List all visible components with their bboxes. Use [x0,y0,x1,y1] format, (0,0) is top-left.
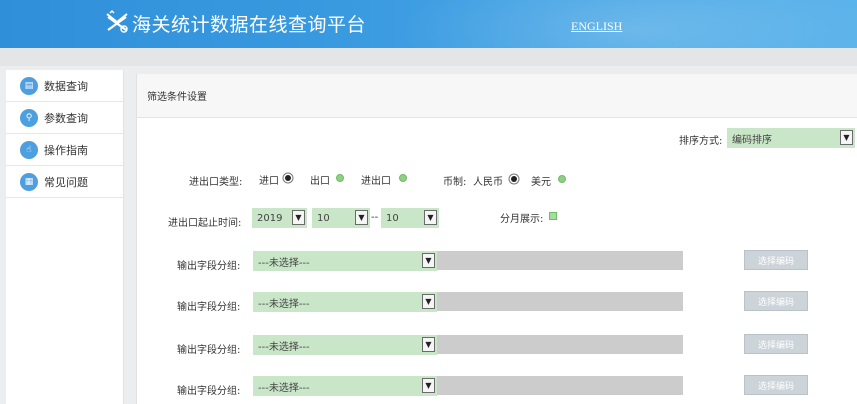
sidebar-item-label: 参数查询 [44,111,88,125]
rmb-option-label: 人民币 [473,177,503,188]
top-header: 海关统计数据在线查询平台 ENGLISH [0,0,857,48]
period-label: 进出口起止时间: [168,218,242,229]
header-band [0,48,857,66]
search-doc-icon: ▤ [20,76,38,95]
sort-value: 编码排序 [732,134,772,146]
customs-emblem-icon [106,9,128,33]
output-group-value: ---未选择--- [258,257,310,269]
sidebar-item-label: 常见问题 [44,175,88,189]
output-group-label: 输出字段分组: [177,261,241,272]
both-radio[interactable] [399,174,407,182]
monthly-checkbox[interactable] [549,212,557,220]
chevron-down-icon: ▼ [355,210,368,225]
select-code-button[interactable]: 选择编码 [744,250,808,270]
import-option-label: 进口 [259,176,279,187]
selected-codes-field [437,251,683,270]
chevron-down-icon: ▼ [422,378,435,393]
year-value: 2019 [257,212,283,224]
chevron-down-icon: ▼ [840,130,853,145]
import-radio[interactable] [285,175,291,181]
magnifier-icon: ⚲ [20,108,38,127]
sidebar-item-guide[interactable]: ☝ 操作指南 [6,134,123,166]
sidebar-item-label: 数据查询 [44,79,88,93]
sidebar-item-faq[interactable]: ▦ 常见问题 [6,166,123,198]
sidebar-item-data-query[interactable]: ▤ 数据查询 [6,70,123,102]
start-month-select[interactable]: 10 ▼ [312,208,370,228]
period-separator: -- [371,212,379,223]
output-group-select[interactable]: ---未选择--- ▼ [253,292,437,312]
chevron-down-icon: ▼ [422,337,435,352]
sort-label: 排序方式: [679,136,723,147]
end-month-select[interactable]: 10 ▼ [381,208,439,228]
output-group-value: ---未选择--- [258,298,310,310]
sidebar-item-param-query[interactable]: ⚲ 参数查询 [6,102,123,134]
sidebar-item-label: 操作指南 [44,143,88,157]
english-link[interactable]: ENGLISH [571,19,622,34]
site-title: 海关统计数据在线查询平台 [132,14,367,36]
output-group-select[interactable]: ---未选择--- ▼ [253,251,437,271]
panel-title: 筛选条件设置 [137,74,857,118]
select-code-button[interactable]: 选择编码 [744,291,808,311]
chevron-down-icon: ▼ [422,294,435,309]
select-code-button[interactable]: 选择编码 [744,375,808,395]
export-radio[interactable] [336,174,344,182]
both-option-label: 进出口 [361,176,391,187]
sort-select[interactable]: 编码排序 ▼ [727,128,855,148]
usd-option-label: 美元 [531,177,551,188]
select-code-button[interactable]: 选择编码 [744,334,808,354]
output-group-select[interactable]: ---未选择--- ▼ [253,376,437,396]
output-group-value: ---未选择--- [258,341,310,353]
chevron-down-icon: ▼ [424,210,437,225]
currency-label: 币制: [443,177,467,188]
hand-icon: ☝ [20,140,38,159]
chevron-down-icon: ▼ [422,253,435,268]
start-month-value: 10 [317,212,330,224]
rmb-radio[interactable] [511,176,517,182]
output-group-label: 输出字段分组: [177,345,241,356]
output-group-value: ---未选择--- [258,382,310,394]
output-group-label: 输出字段分组: [177,302,241,313]
document-icon: ▦ [20,172,38,191]
usd-radio[interactable] [558,175,566,183]
export-option-label: 出口 [310,176,330,187]
selected-codes-field [437,335,683,354]
chevron-down-icon: ▼ [292,210,305,225]
monthly-label: 分月展示: [500,214,544,225]
selected-codes-field [437,376,683,395]
output-group-select[interactable]: ---未选择--- ▼ [253,335,437,355]
year-select[interactable]: 2019 ▼ [252,208,307,228]
trade-type-label: 进出口类型: [189,177,243,188]
filter-panel: 筛选条件设置 排序方式: 编码排序 ▼ 进出口类型: 进口 出口 进出口 币制:… [136,74,857,404]
sidebar: ▤ 数据查询 ⚲ 参数查询 ☝ 操作指南 ▦ 常见问题 [6,70,124,404]
output-group-label: 输出字段分组: [177,386,241,397]
end-month-value: 10 [386,212,399,224]
selected-codes-field [437,292,683,311]
